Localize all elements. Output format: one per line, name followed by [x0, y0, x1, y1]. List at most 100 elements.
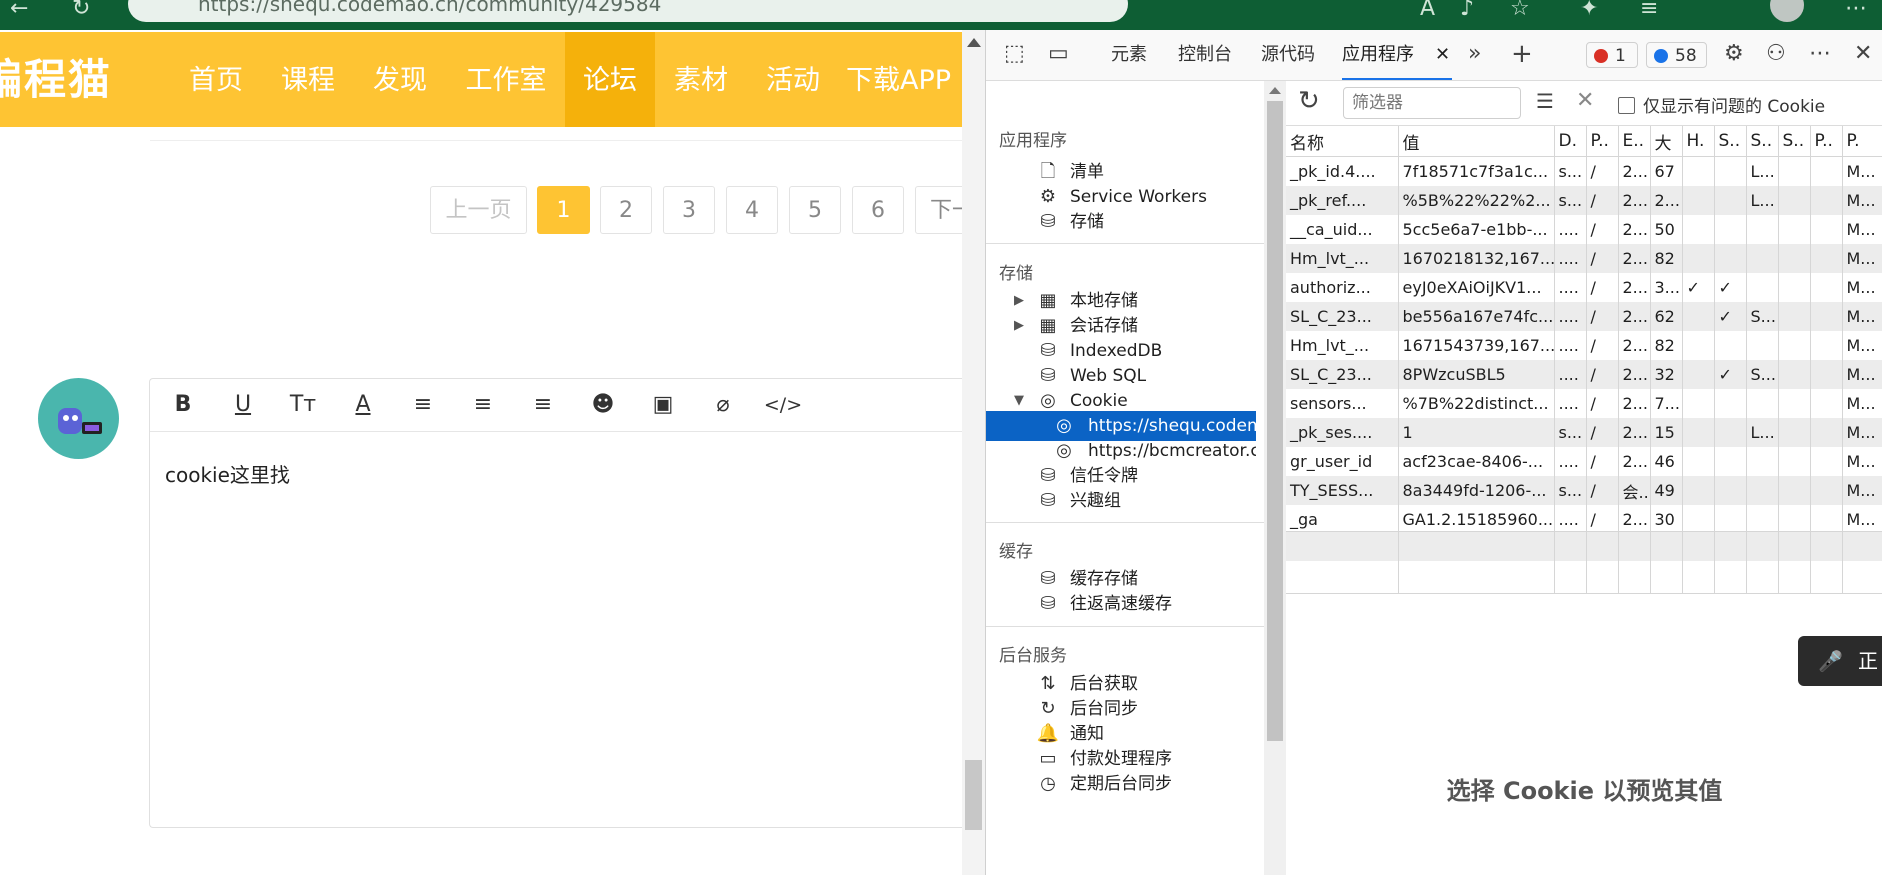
more-tabs-icon[interactable]: »: [1468, 42, 1481, 66]
pagination-page-3[interactable]: 3: [663, 186, 715, 234]
table-row[interactable]: Hm_lvt_... 1671543739,167......./2... 82 M.…: [1286, 331, 1882, 360]
more-icon[interactable]: ⋯: [1845, 0, 1867, 21]
profile-avatar[interactable]: [1770, 0, 1804, 22]
mic-muted-icon[interactable]: 🎤: [1818, 636, 1843, 686]
nav-download-app[interactable]: 下载APP: [846, 32, 976, 127]
scroll-up-arrow-icon[interactable]: [1269, 87, 1281, 94]
attachment-icon[interactable]: ⌀: [703, 387, 743, 423]
refresh-icon[interactable]: ↻: [1298, 86, 1320, 116]
col-header-expires[interactable]: E..: [1618, 126, 1651, 157]
tab-application[interactable]: 应用程序 ✕: [1342, 30, 1452, 80]
inspect-element-icon[interactable]: ⬚: [1004, 42, 1025, 66]
recording-toast[interactable]: 🎤 正: [1798, 636, 1882, 686]
cell-sameparty: [1778, 476, 1811, 505]
col-header-path[interactable]: P..: [1586, 126, 1619, 157]
close-tab-icon[interactable]: ✕: [1435, 30, 1450, 80]
back-icon[interactable]: ←: [10, 0, 28, 21]
col-header-name[interactable]: 名称: [1286, 126, 1399, 157]
table-row[interactable]: sensors... %7B%22distinct......./2... 7...…: [1286, 389, 1882, 418]
sidebar-item-storage[interactable]: ⛁ 存储: [986, 207, 1256, 237]
cell-secure: [1714, 215, 1747, 244]
nav-courses[interactable]: 课程: [265, 32, 351, 127]
nav-activities[interactable]: 活动: [748, 32, 838, 127]
nav-studio[interactable]: 工作室: [452, 32, 560, 127]
table-row[interactable]: _pk_ref.... %5B%22%22%2... s.../2... 2... L.…: [1286, 186, 1882, 215]
refresh-icon[interactable]: ↻: [72, 0, 90, 21]
col-header-httponly[interactable]: H.: [1682, 126, 1715, 157]
connected-devices-icon[interactable]: ⚇: [1766, 42, 1786, 66]
col-header-size[interactable]: 大: [1650, 126, 1683, 157]
tab-sources[interactable]: 源代码: [1261, 30, 1315, 80]
pagination-page-6[interactable]: 6: [852, 186, 904, 234]
table-row[interactable]: _pk_ses.... 1 s.../2... 15 L... M...: [1286, 418, 1882, 447]
table-row[interactable]: SL_C_23... be556a167e74fc......./2... 62 ✓ S…: [1286, 302, 1882, 331]
table-row[interactable]: TY_SESS...8a3449fd-1206-...s.../会...49 M.…: [1286, 476, 1882, 505]
scrollbar-thumb[interactable]: [965, 760, 982, 830]
sidebar-scrollbar[interactable]: [1264, 81, 1286, 875]
sidebar-item-bfcache[interactable]: ⛁ 往返高速缓存: [986, 589, 1256, 619]
close-devtools-icon[interactable]: ✕: [1854, 42, 1872, 66]
cell-sameparty: [1778, 273, 1811, 302]
col-header-domain[interactable]: D.: [1554, 126, 1587, 157]
col-header-secure[interactable]: S..: [1714, 126, 1747, 157]
more-options-icon[interactable]: ⋯: [1809, 42, 1831, 66]
clear-all-icon[interactable]: ✕: [1576, 88, 1594, 113]
only-issues-checkbox[interactable]: 仅显示有问题的 Cookie: [1618, 92, 1825, 117]
add-tab-icon[interactable]: +: [1511, 41, 1533, 67]
col-header-priority[interactable]: P.: [1842, 126, 1882, 157]
table-row[interactable]: _pk_id.4.... 7f18571c7f3a1c... s.../2... 67…: [1286, 156, 1882, 186]
scroll-up-arrow-icon[interactable]: [967, 38, 981, 47]
nav-materials[interactable]: 素材: [656, 32, 746, 127]
message-badge[interactable]: 58: [1646, 42, 1707, 68]
nav-forum[interactable]: 论坛: [565, 32, 655, 127]
post-editor[interactable]: B U Tт A ≡ ≡ ≡ ☻ ▣ ⌀ </> cookie这里找: [149, 378, 979, 828]
speaker-icon[interactable]: ♪: [1460, 0, 1474, 21]
underline-icon[interactable]: U: [223, 387, 263, 423]
table-row[interactable]: Hm_lvt_... 1670218132,167......./2... 82 M.…: [1286, 244, 1882, 273]
table-row[interactable]: __ca_uid... 5cc5e6a7-e1bb-......./2... 50 M…: [1286, 215, 1882, 244]
font-color-icon[interactable]: A: [343, 387, 383, 423]
page-scrollbar[interactable]: [962, 30, 985, 875]
address-bar[interactable]: https://shequ.codemao.cn/community/42958…: [128, 0, 1128, 22]
align-left-icon[interactable]: ≡: [403, 387, 443, 423]
clear-filtered-cookies-icon[interactable]: ☰: [1536, 89, 1554, 113]
code-icon[interactable]: </>: [763, 387, 803, 423]
collections-icon[interactable]: ≡: [1640, 0, 1658, 21]
align-center-icon[interactable]: ≡: [463, 387, 503, 423]
favorites-icon[interactable]: ☆: [1510, 0, 1530, 21]
table-row[interactable]: authoriz... eyJ0eXAiOiJKV1......./2... 3..…: [1286, 273, 1882, 302]
table-row[interactable]: _ga GA1.2.15185960......./2... 30 M...: [1286, 505, 1882, 534]
pagination-prev[interactable]: 上一页: [430, 186, 527, 234]
table-row[interactable]: gr_user_id acf23cae-8406-......./2... 46 M.…: [1286, 447, 1882, 476]
scrollbar-thumb[interactable]: [1267, 101, 1283, 741]
checkbox-icon[interactable]: [1618, 97, 1635, 114]
image-icon[interactable]: ▣: [643, 387, 683, 423]
col-header-sameparty[interactable]: S..: [1778, 126, 1811, 157]
col-header-value[interactable]: 值: [1398, 126, 1555, 157]
editor-content[interactable]: cookie这里找: [165, 459, 290, 488]
tab-elements[interactable]: 元素: [1111, 30, 1147, 80]
bold-icon[interactable]: B: [163, 387, 203, 423]
pagination-page-2[interactable]: 2: [600, 186, 652, 234]
col-header-partition-key[interactable]: P..: [1810, 126, 1843, 157]
device-emulation-icon[interactable]: ▭: [1048, 42, 1069, 66]
settings-gear-icon[interactable]: ⚙: [1724, 42, 1744, 66]
table-row[interactable]: SL_C_23... 8PWzcuSBL5..../2... 32 ✓ S... M...: [1286, 360, 1882, 389]
filter-input[interactable]: [1343, 87, 1521, 119]
site-logo[interactable]: 编程猫: [0, 32, 112, 127]
error-badge[interactable]: 1: [1586, 42, 1638, 68]
tab-console[interactable]: 控制台: [1178, 30, 1232, 80]
sidebar-item-periodic-background-sync[interactable]: ◷ 定期后台同步: [986, 769, 1256, 799]
sidebar-item-interest-groups[interactable]: ⛁ 兴趣组: [986, 486, 1256, 516]
read-aloud-icon[interactable]: A: [1420, 0, 1435, 21]
emoji-icon[interactable]: ☻: [583, 387, 623, 423]
font-size-icon[interactable]: Tт: [283, 387, 323, 423]
pagination-page-4[interactable]: 4: [726, 186, 778, 234]
nav-discover[interactable]: 发现: [357, 32, 443, 127]
nav-home[interactable]: 首页: [173, 32, 259, 127]
pagination-page-5[interactable]: 5: [789, 186, 841, 234]
col-header-samesite[interactable]: S..: [1746, 126, 1779, 157]
extensions-icon[interactable]: ✦: [1580, 0, 1598, 21]
pagination-page-1[interactable]: 1: [537, 186, 590, 234]
align-right-icon[interactable]: ≡: [523, 387, 563, 423]
